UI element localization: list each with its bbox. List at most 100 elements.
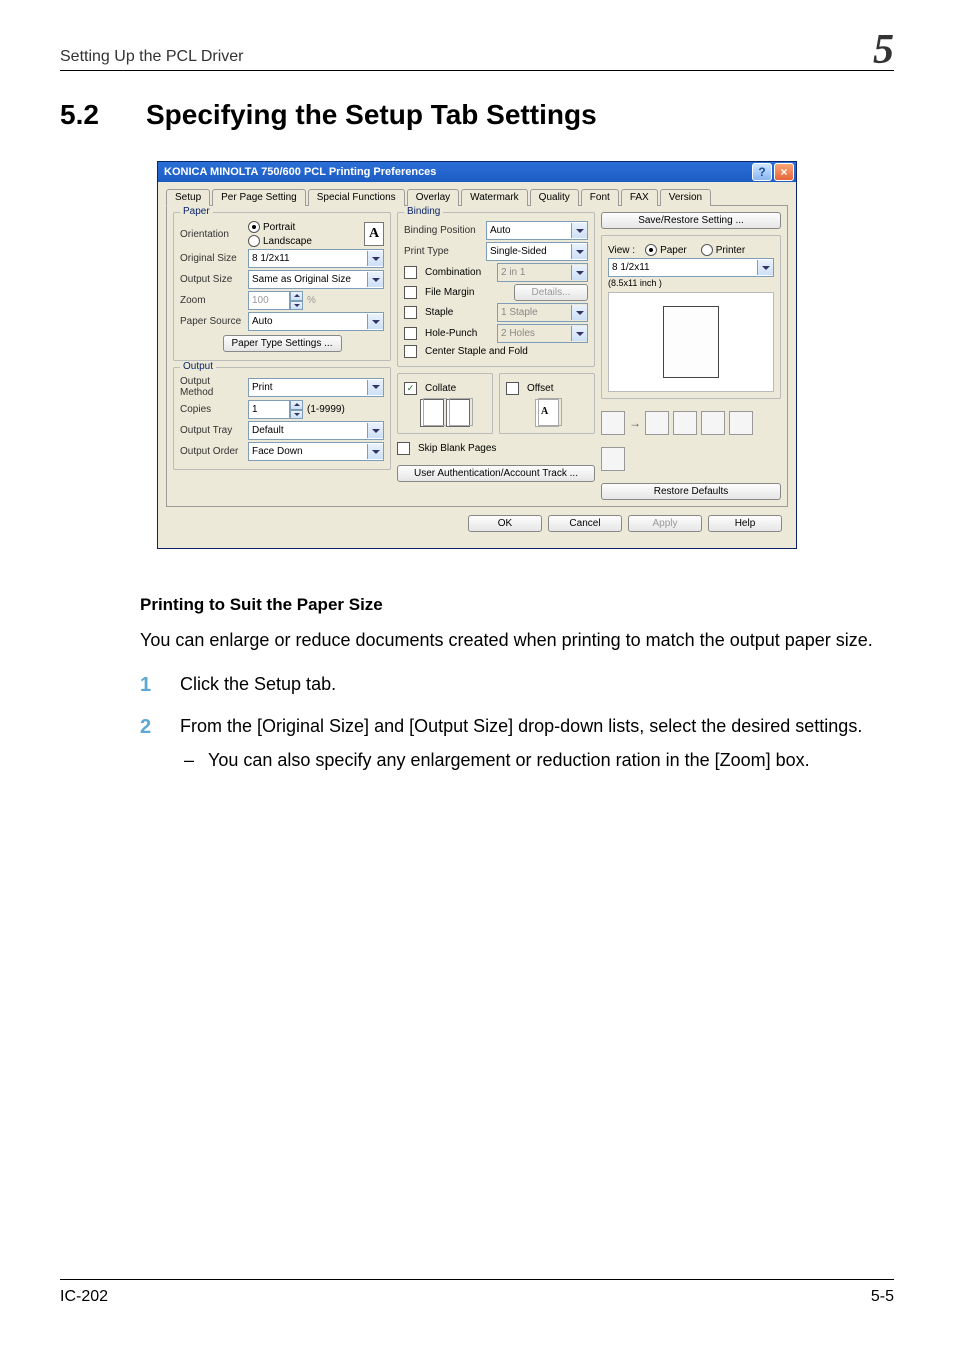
user-auth-button[interactable]: User Authentication/Account Track ...	[397, 465, 595, 482]
orientation-landscape-radio[interactable]: Landscape	[248, 235, 356, 247]
output-order-select[interactable]: Face Down	[248, 442, 384, 461]
output-method-label: Output Method	[180, 376, 244, 398]
tab-special-functions[interactable]: Special Functions	[308, 189, 405, 206]
arrow-icon: →	[629, 416, 641, 430]
step-1: Click the Setup tab.	[140, 671, 894, 697]
chevron-down-icon	[571, 305, 587, 320]
output-size-value: Same as Original Size	[249, 274, 367, 285]
zoom-value: 100	[252, 295, 269, 306]
ok-button[interactable]: OK	[468, 515, 542, 532]
titlebar-help-button[interactable]: ?	[752, 163, 772, 181]
tab-font[interactable]: Font	[581, 189, 619, 206]
paper-source-select[interactable]: Auto	[248, 312, 384, 331]
info-icon	[645, 411, 669, 435]
subsection-heading: Printing to Suit the Paper Size	[140, 595, 894, 615]
output-tray-label: Output Tray	[180, 425, 244, 436]
tab-quality[interactable]: Quality	[530, 189, 579, 206]
chevron-down-icon	[757, 260, 773, 275]
binding-position-label: Binding Position	[404, 225, 482, 236]
combination-checkbox[interactable]	[404, 266, 417, 279]
holepunch-value: 2 Holes	[498, 328, 571, 339]
footer-left: IC-202	[60, 1288, 108, 1306]
tab-fax[interactable]: FAX	[621, 189, 658, 206]
offset-illustration: A	[506, 399, 588, 427]
zoom-unit: %	[307, 295, 316, 306]
holepunch-label: Hole-Punch	[425, 328, 493, 339]
footer-right: 5-5	[871, 1288, 894, 1306]
combination-value: 2 in 1	[498, 267, 571, 278]
info-icon	[673, 411, 697, 435]
tab-overlay[interactable]: Overlay	[407, 189, 459, 206]
offset-label: Offset	[527, 383, 554, 394]
binding-position-select[interactable]: Auto	[486, 221, 588, 240]
file-margin-checkbox[interactable]	[404, 286, 417, 299]
combination-label: Combination	[425, 267, 493, 278]
tab-setup[interactable]: Setup	[166, 189, 210, 206]
view-label: View :	[608, 245, 635, 256]
section-number: 5.2	[60, 99, 146, 131]
running-head: Setting Up the PCL Driver	[60, 48, 243, 65]
output-method-select[interactable]: Print	[248, 378, 384, 397]
view-paper-radio[interactable]: Paper	[645, 244, 687, 256]
output-tray-select[interactable]: Default	[248, 421, 384, 440]
info-icon	[701, 411, 725, 435]
save-restore-button[interactable]: Save/Restore Setting ...	[601, 212, 781, 229]
print-type-label: Print Type	[404, 246, 482, 257]
titlebar-close-button[interactable]: ×	[774, 163, 794, 181]
tab-version[interactable]: Version	[660, 189, 711, 206]
print-type-value: Single-Sided	[487, 246, 571, 257]
chevron-down-icon	[571, 326, 587, 341]
original-size-select[interactable]: 8 1/2x11	[248, 249, 384, 268]
tab-per-page-setting[interactable]: Per Page Setting	[212, 189, 306, 206]
staple-label: Staple	[425, 307, 493, 318]
binding-legend: Binding	[404, 206, 443, 217]
orientation-label: Orientation	[180, 229, 244, 240]
file-margin-label: File Margin	[425, 287, 510, 298]
restore-defaults-button[interactable]: Restore Defaults	[601, 483, 781, 500]
printer-status-icon-row	[601, 447, 781, 471]
output-order-label: Output Order	[180, 446, 244, 457]
chevron-down-icon	[367, 380, 383, 395]
binding-position-value: Auto	[487, 225, 571, 236]
file-margin-details-button: Details...	[514, 284, 588, 301]
skip-blank-checkbox[interactable]	[397, 442, 410, 455]
output-size-select[interactable]: Same as Original Size	[248, 270, 384, 289]
paper-group: Paper Orientation Portrait Landscape A	[173, 212, 391, 361]
print-type-select[interactable]: Single-Sided	[486, 242, 588, 261]
collate-checkbox[interactable]	[404, 382, 417, 395]
paper-legend: Paper	[180, 206, 213, 217]
printing-preferences-dialog: KONICA MINOLTA 750/600 PCL Printing Pref…	[157, 161, 797, 549]
orientation-portrait-radio[interactable]: Portrait	[248, 221, 356, 233]
apply-button: Apply	[628, 515, 702, 532]
center-staple-checkbox[interactable]	[404, 345, 417, 358]
orientation-icon: A	[364, 222, 384, 246]
cancel-button[interactable]: Cancel	[548, 515, 622, 532]
step-2-text: From the [Original Size] and [Output Siz…	[180, 716, 862, 736]
staple-checkbox[interactable]	[404, 306, 417, 319]
combination-select: 2 in 1	[497, 263, 588, 282]
orientation-landscape-label: Landscape	[263, 236, 312, 247]
tabs: Setup Per Page Setting Special Functions…	[166, 188, 788, 206]
preview-size-value: 8 1/2x11	[609, 262, 757, 273]
output-tray-value: Default	[249, 425, 367, 436]
chevron-down-icon	[367, 251, 383, 266]
skip-blank-label: Skip Blank Pages	[418, 443, 496, 454]
collate-illustration	[404, 399, 486, 427]
output-legend: Output	[180, 361, 216, 372]
original-size-value: 8 1/2x11	[249, 253, 367, 264]
help-button[interactable]: Help	[708, 515, 782, 532]
chevron-down-icon	[367, 423, 383, 438]
output-size-label: Output Size	[180, 274, 244, 285]
view-printer-radio[interactable]: Printer	[701, 244, 745, 256]
holepunch-checkbox[interactable]	[404, 327, 417, 340]
dialog-title: KONICA MINOLTA 750/600 PCL Printing Pref…	[160, 166, 750, 178]
output-order-value: Face Down	[249, 446, 367, 457]
zoom-spinner: 100	[248, 291, 303, 310]
tab-watermark[interactable]: Watermark	[461, 189, 528, 206]
copies-spinner[interactable]: 1	[248, 400, 303, 419]
paper-type-settings-button[interactable]: Paper Type Settings ...	[223, 335, 342, 352]
offset-checkbox[interactable]	[506, 382, 519, 395]
info-icons-row: →	[601, 411, 781, 435]
preview-size-select[interactable]: 8 1/2x11	[608, 258, 774, 277]
header-rule	[60, 70, 894, 71]
